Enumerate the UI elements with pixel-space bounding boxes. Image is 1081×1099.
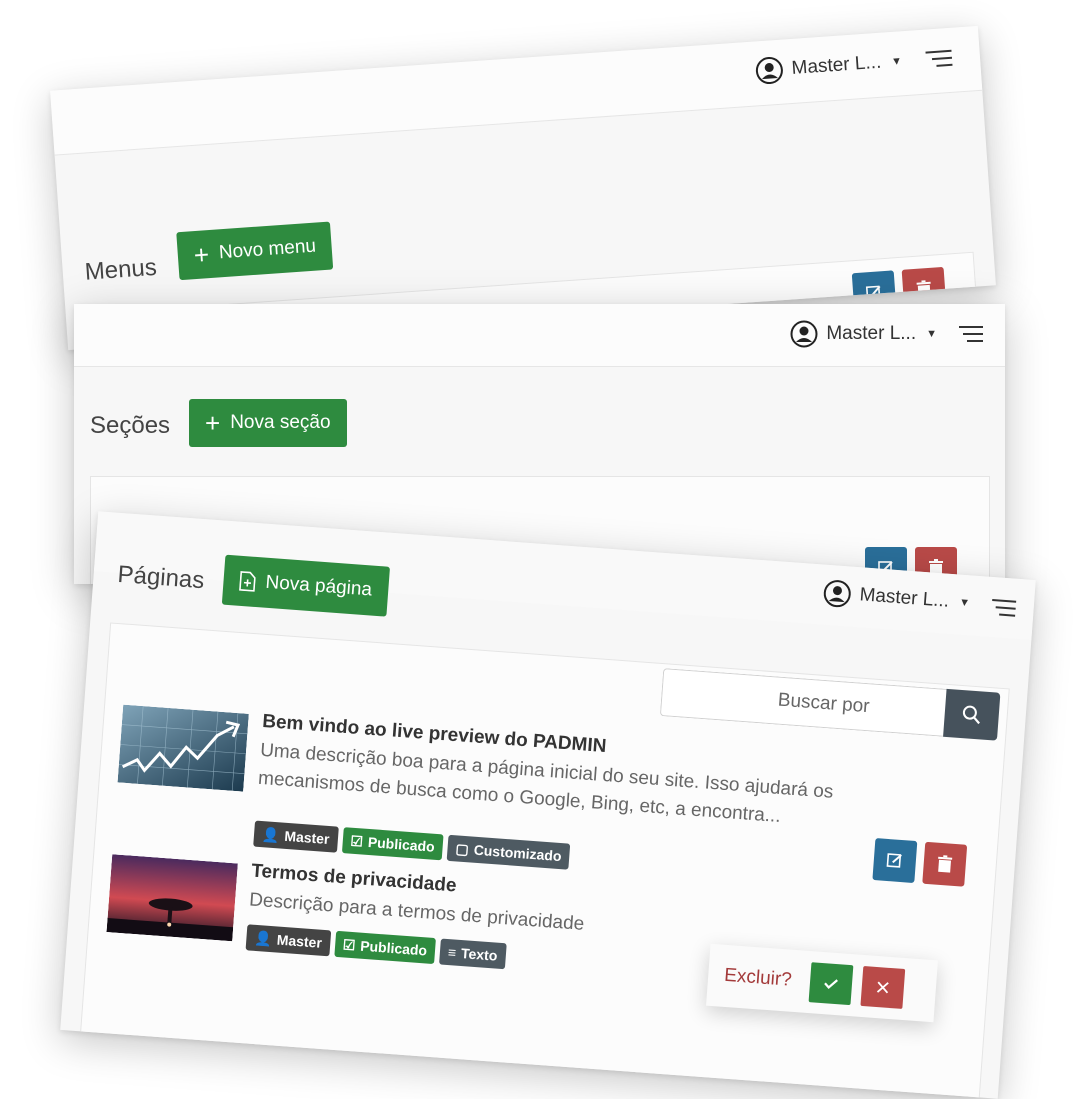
- user-menu[interactable]: Master L... ▼: [790, 320, 937, 348]
- user-name: Master L...: [790, 51, 882, 79]
- author-badge: 👤 Master: [253, 820, 339, 853]
- trash-icon: [938, 855, 953, 873]
- square-icon: ▢: [455, 839, 470, 857]
- badge-label: Master: [283, 827, 331, 848]
- plus-icon: +: [192, 239, 211, 271]
- confirm-delete-button[interactable]: [808, 962, 853, 1006]
- caret-down-icon: ▼: [890, 55, 903, 68]
- caret-down-icon: ▼: [958, 596, 971, 610]
- paginas-panel: Buscar por Bem vindo ao live preview do …: [79, 622, 1010, 1099]
- caret-down-icon: ▼: [926, 328, 937, 340]
- menus-topbar: Master L... ▼: [50, 25, 983, 156]
- user-menu[interactable]: Master L... ▼: [823, 579, 971, 618]
- new-section-label: Nova seção: [230, 412, 331, 433]
- badge-label: Master: [276, 931, 323, 951]
- new-page-button[interactable]: Nova página: [221, 554, 390, 617]
- page-badges: 👤 Master ☑ Publicado ≡ Texto: [245, 924, 507, 970]
- search-placeholder: Buscar por: [777, 689, 871, 718]
- delete-button[interactable]: [922, 841, 968, 887]
- trash-icon: [916, 280, 931, 298]
- user-circle-icon: [756, 57, 784, 85]
- user-menu[interactable]: Master L... ▼: [755, 47, 903, 85]
- search-box: Buscar por: [659, 668, 1001, 741]
- new-menu-label: Novo menu: [218, 235, 317, 264]
- badge-label: Publicado: [359, 937, 428, 959]
- user-icon: 👤: [261, 825, 281, 843]
- status-badge: ☑ Publicado: [333, 930, 436, 965]
- plus-icon: +: [205, 408, 221, 438]
- cancel-delete-button[interactable]: [860, 965, 905, 1009]
- status-badge: ☑ Publicado: [341, 827, 444, 861]
- search-button[interactable]: [943, 688, 1001, 741]
- edit-button[interactable]: [872, 838, 918, 884]
- user-name: Master L...: [826, 323, 917, 344]
- calendar-check-icon: ☑: [342, 935, 356, 953]
- check-icon: [823, 979, 838, 990]
- text-lines-icon: ≡: [447, 944, 457, 961]
- search-input[interactable]: Buscar por: [659, 668, 947, 737]
- type-badge: ▢ Customizado: [446, 834, 571, 870]
- type-badge: ≡ Texto: [439, 938, 507, 970]
- menu-toggle-icon[interactable]: [989, 598, 1017, 617]
- calendar-check-icon: ☑: [349, 832, 364, 850]
- menu-toggle-icon[interactable]: [925, 49, 953, 68]
- badge-label: Customizado: [473, 841, 563, 865]
- author-badge: 👤 Master: [245, 924, 331, 957]
- new-menu-button[interactable]: + Novo menu: [176, 221, 334, 281]
- secoes-topbar: Master L... ▼: [74, 304, 1005, 367]
- menus-window: Master L... ▼ Menus + Novo menu: [50, 25, 996, 351]
- section-title: Seções: [90, 412, 171, 439]
- delete-confirm-label: Excluir?: [723, 964, 793, 991]
- user-circle-icon: [790, 320, 818, 348]
- page-thumbnail: [106, 854, 238, 942]
- user-name: Master L...: [858, 584, 950, 612]
- menu-toggle-icon[interactable]: [957, 326, 983, 342]
- file-plus-icon: [239, 571, 256, 592]
- section-title: Páginas: [116, 560, 206, 595]
- user-icon: 👤: [253, 929, 273, 947]
- badge-label: Publicado: [367, 833, 436, 855]
- close-icon: [876, 981, 889, 994]
- badge-label: Texto: [460, 945, 498, 964]
- edit-icon: [865, 285, 881, 301]
- new-section-button[interactable]: + Nova seção: [189, 399, 347, 447]
- section-title: Menus: [83, 253, 158, 286]
- new-page-label: Nova página: [264, 571, 373, 601]
- edit-icon: [886, 853, 902, 868]
- search-icon: [962, 705, 980, 725]
- user-circle-icon: [824, 580, 852, 608]
- page-thumbnail: [117, 704, 249, 792]
